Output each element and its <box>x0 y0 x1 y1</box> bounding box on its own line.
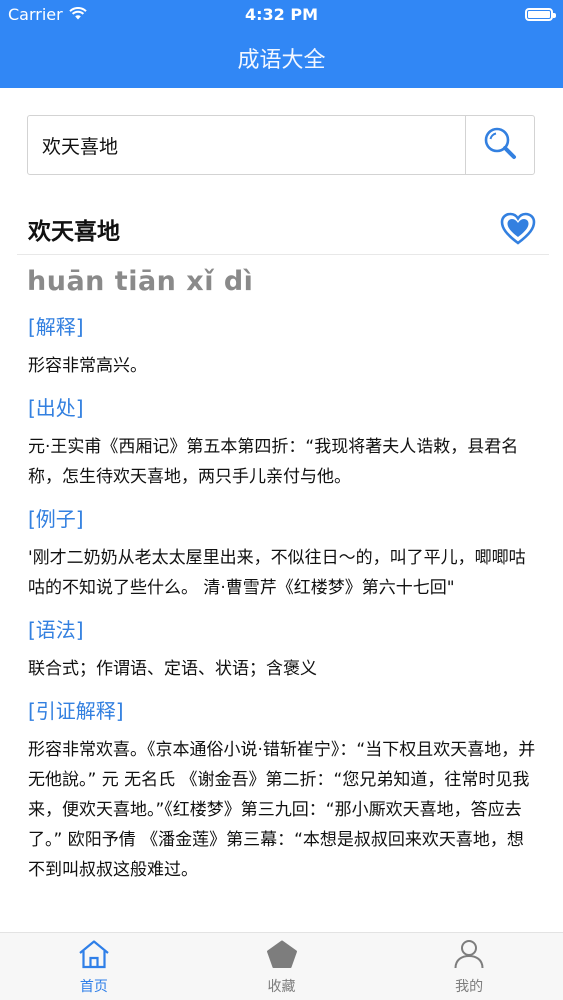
section-heading: [例子] <box>28 507 84 531</box>
section-heading: [引证解释] <box>28 699 124 723</box>
heart-icon <box>500 212 536 250</box>
search-button[interactable] <box>465 116 534 174</box>
nav-bar: Carrier 4:32 PM 成语大全 <box>0 0 563 88</box>
home-icon <box>77 939 111 973</box>
battery-icon <box>525 8 556 21</box>
page-title: 成语大全 <box>237 48 326 73</box>
section-body: 联合式；作谓语、定语、状语；含褒义 <box>28 659 317 679</box>
app-screen: Carrier 4:32 PM 成语大全 欢天喜地 欢天喜地 huān tiān… <box>0 0 563 1000</box>
tab-home[interactable]: 首页 <box>0 933 188 1000</box>
section-citation: [引证解释] 形容非常欢喜。《京本通俗小说·错斩崔宁》：“当下权且欢天喜地，并无… <box>28 696 540 885</box>
status-time: 4:32 PM <box>244 5 318 24</box>
search-bar <box>27 115 535 175</box>
pentagon-icon <box>265 939 299 973</box>
section-source: [出处] 元·王实甫《西厢记》第五本第四折：“我现将著夫人诰敕，县君名称，怎生待… <box>28 393 540 492</box>
search-icon <box>482 125 518 165</box>
section-explanation: [解释] 形容非常高兴。 <box>28 312 540 381</box>
tab-label: 收藏 <box>267 979 296 995</box>
section-heading: [语法] <box>28 618 84 642</box>
idiom-title: 欢天喜地 <box>28 219 120 245</box>
favorite-button[interactable] <box>500 212 536 246</box>
tab-label: 我的 <box>455 979 484 995</box>
search-input[interactable] <box>28 116 465 174</box>
section-body: '刚才二奶奶从老太太屋里出来，不似往日～的，叫了平儿，唧唧咕咕的不知说了些什么。… <box>28 548 526 598</box>
divider <box>17 254 549 255</box>
tab-favorites[interactable]: 收藏 <box>188 933 376 1000</box>
status-bar: Carrier 4:32 PM <box>0 0 563 30</box>
section-body: 元·王实甫《西厢记》第五本第四折：“我现将著夫人诰敕，县君名称，怎生待欢天喜地，… <box>28 437 519 487</box>
section-heading: [解释] <box>28 315 84 339</box>
section-example: [例子] '刚才二奶奶从老太太屋里出来，不似往日～的，叫了平儿，唧唧咕咕的不知说… <box>28 504 540 603</box>
section-body: 形容非常欢喜。《京本通俗小说·错斩崔宁》：“当下权且欢天喜地，并无他說。” 元 … <box>28 740 536 880</box>
section-body: 形容非常高兴。 <box>28 356 147 376</box>
section-heading: [出处] <box>28 396 84 420</box>
tab-profile[interactable]: 我的 <box>375 933 563 1000</box>
idiom-pinyin: huān tiān xǐ dì <box>27 266 254 297</box>
section-grammar: [语法] 联合式；作谓语、定语、状语；含褒义 <box>28 615 540 684</box>
tab-bar: 首页 收藏 我的 <box>0 932 563 1000</box>
tab-label: 首页 <box>79 979 108 995</box>
person-icon <box>452 939 486 973</box>
idiom-details: [解释] 形容非常高兴。 [出处] 元·王实甫《西厢记》第五本第四折：“我现将著… <box>28 312 540 897</box>
